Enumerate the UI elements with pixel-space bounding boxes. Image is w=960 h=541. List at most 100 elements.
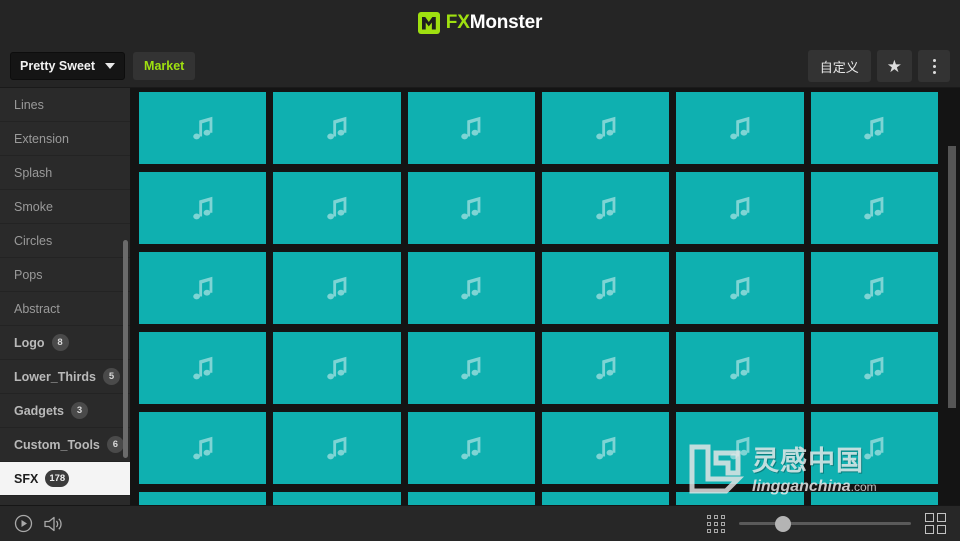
music-note-icon [192, 276, 213, 300]
brand-logo: FXMonster [417, 11, 542, 34]
asset-tile[interactable] [273, 412, 401, 484]
view-controls [707, 513, 946, 534]
volume-button[interactable] [43, 515, 63, 533]
asset-tile[interactable] [810, 92, 938, 164]
music-note-icon [595, 276, 616, 300]
asset-tile[interactable] [676, 412, 804, 484]
asset-tile[interactable] [542, 252, 670, 324]
sidebar-item-lines[interactable]: Lines [0, 88, 130, 122]
star-icon: ★ [886, 56, 902, 76]
music-note-icon [327, 276, 347, 300]
sidebar-item-smoke[interactable]: Smoke [0, 190, 130, 224]
asset-tile[interactable] [676, 172, 804, 244]
main-content: Lines Extension Splash Smoke Circles Pops Abst… [0, 88, 960, 505]
play-button[interactable] [14, 514, 33, 533]
asset-tile[interactable] [542, 172, 670, 244]
kebab-menu-icon [932, 58, 936, 74]
music-note-icon [327, 356, 347, 380]
sidebar-item-custom_tools[interactable]: Custom_Tools 6 [0, 428, 130, 462]
sidebar-item-label: Logo [14, 335, 45, 350]
sidebar-item-circles[interactable]: Circles [0, 224, 130, 258]
music-note-icon [192, 116, 213, 140]
asset-tile[interactable] [407, 412, 535, 484]
asset-tile[interactable] [542, 92, 670, 164]
sidebar-item-logo[interactable]: Logo 8 [0, 326, 130, 360]
sidebar-item-label: Splash [14, 165, 53, 180]
asset-tile[interactable] [139, 332, 267, 404]
asset-grid [139, 92, 938, 505]
sidebar-item-abstract[interactable]: Abstract [0, 292, 130, 326]
customize-button[interactable]: 自定义 [807, 50, 871, 82]
sidebar-item-splash[interactable]: Splash [0, 156, 130, 190]
music-note-icon [730, 116, 750, 140]
music-note-icon [192, 196, 213, 220]
asset-tile[interactable] [407, 492, 535, 505]
asset-tile[interactable] [810, 492, 938, 505]
asset-tile[interactable] [542, 412, 670, 484]
grid-scrollbar-thumb[interactable] [948, 146, 956, 408]
music-note-icon [327, 436, 347, 460]
asset-tile[interactable] [676, 252, 804, 324]
music-note-icon [864, 116, 884, 140]
zoom-slider-handle[interactable] [775, 515, 791, 532]
asset-tile[interactable] [139, 172, 267, 244]
sidebar-scrollbar[interactable] [123, 240, 128, 458]
asset-tile[interactable] [407, 332, 535, 404]
asset-tile[interactable] [810, 252, 938, 324]
sidebar-item-pops[interactable]: Pops [0, 258, 130, 292]
asset-tile[interactable] [407, 92, 535, 164]
sidebar-item-gadgets[interactable]: Gadgets 3 [0, 394, 130, 428]
music-note-icon [595, 116, 616, 140]
sidebar-item-label: Gadgets [14, 403, 65, 418]
asset-tile[interactable] [407, 172, 535, 244]
grid-small-icon[interactable] [707, 514, 725, 533]
more-options-button[interactable] [918, 50, 950, 82]
market-button[interactable]: Market [133, 52, 196, 80]
sidebar-item-label: Abstract [14, 301, 60, 316]
music-note-icon [864, 436, 884, 460]
sidebar-item-sfx[interactable]: SFX 178 [0, 462, 130, 496]
music-note-icon [730, 196, 750, 220]
sidebar-item-badge: 178 [45, 470, 70, 487]
sidebar-item-lower_thirds[interactable]: Lower_Thirds 5 [0, 360, 130, 394]
asset-tile[interactable] [542, 492, 670, 505]
category-sidebar: Lines Extension Splash Smoke Circles Pops Abst… [0, 88, 131, 505]
monster-logo-icon [417, 11, 440, 34]
music-note-icon [595, 356, 616, 380]
asset-tile[interactable] [273, 492, 401, 505]
asset-tile[interactable] [810, 412, 938, 484]
sidebar-item-label: Extension [14, 131, 69, 146]
asset-tile[interactable] [810, 332, 938, 404]
asset-tile[interactable] [139, 492, 267, 505]
asset-tile[interactable] [676, 332, 804, 404]
asset-tile[interactable] [273, 172, 401, 244]
asset-tile[interactable] [273, 332, 401, 404]
preset-dropdown[interactable]: Pretty Sweet [10, 52, 126, 80]
music-note-icon [864, 356, 884, 380]
asset-tile[interactable] [139, 92, 267, 164]
music-note-icon [461, 276, 481, 300]
brand-fx-text: FX [445, 12, 470, 33]
asset-tile[interactable] [139, 252, 267, 324]
asset-tile[interactable] [407, 252, 535, 324]
sidebar-item-label: Circles [14, 233, 53, 248]
asset-tile[interactable] [676, 92, 804, 164]
sidebar-item-extension[interactable]: Extension [0, 122, 130, 156]
zoom-size-slider[interactable] [739, 515, 911, 532]
asset-tile[interactable] [273, 252, 401, 324]
fxmonster-window: FXMonster Pretty Sweet Market 自定义 ★ Line… [0, 0, 960, 541]
asset-tile[interactable] [676, 492, 804, 505]
music-note-icon [192, 436, 213, 460]
music-note-icon [192, 356, 213, 380]
favorites-button[interactable]: ★ [876, 50, 912, 82]
asset-tile[interactable] [810, 172, 938, 244]
market-button-label: Market [144, 59, 185, 73]
grid-large-icon[interactable] [925, 513, 946, 534]
asset-tile[interactable] [139, 412, 267, 484]
music-note-icon [327, 116, 347, 140]
asset-tile[interactable] [273, 92, 401, 164]
asset-tile[interactable] [542, 332, 670, 404]
sidebar-item-label: Pops [14, 267, 43, 282]
sidebar-item-badge: 8 [51, 334, 69, 351]
sidebar-item-label: Smoke [14, 199, 53, 214]
